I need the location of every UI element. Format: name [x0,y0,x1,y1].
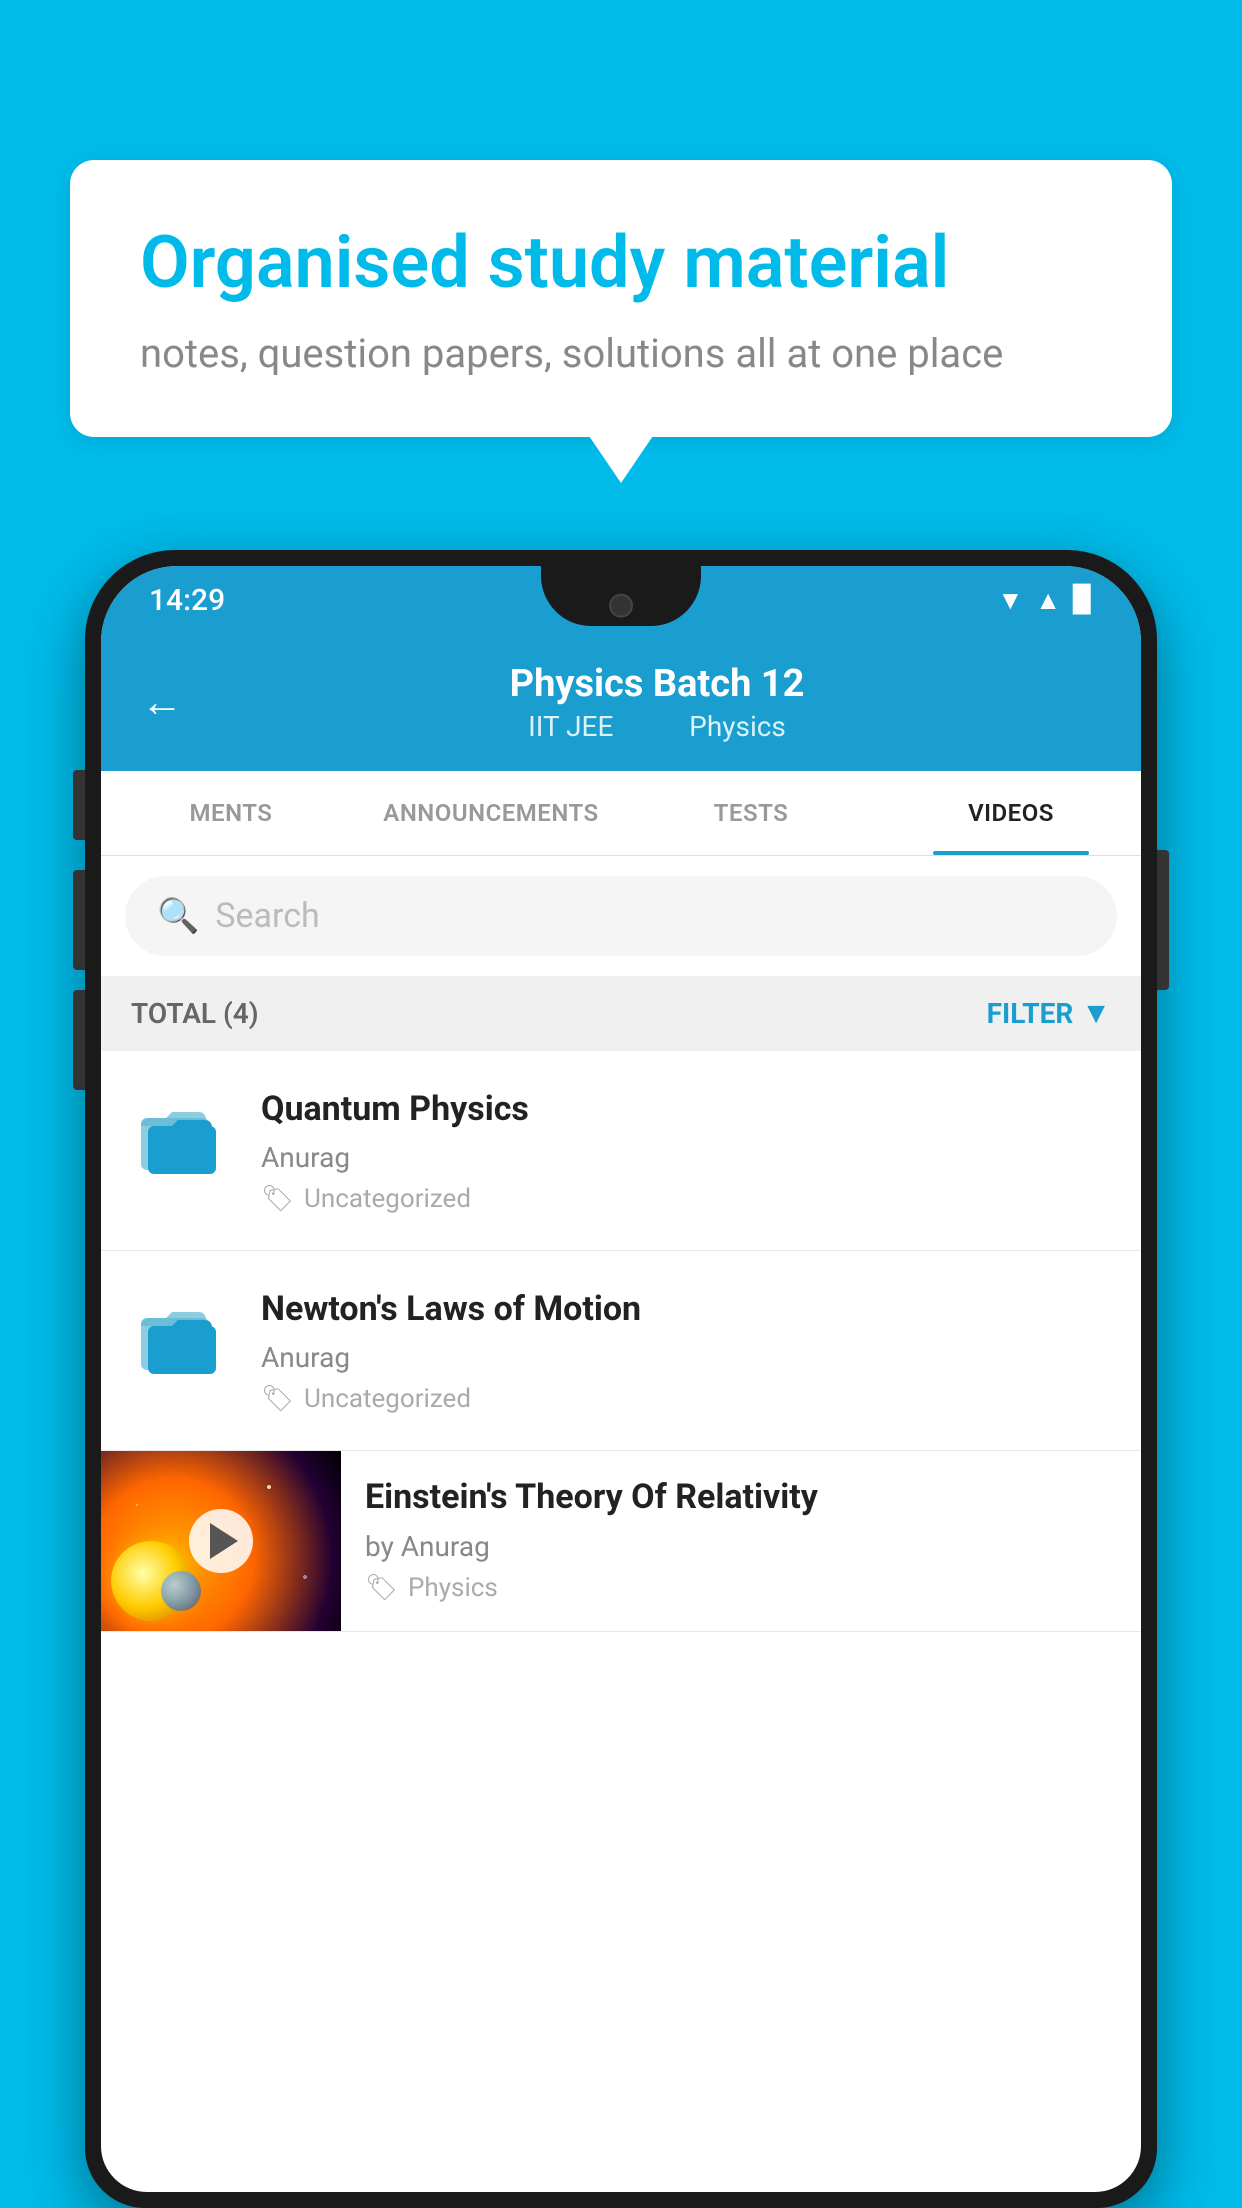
speech-bubble-subtitle: notes, question papers, solutions all at… [140,330,1102,377]
phone-vol-up [73,770,85,840]
folder-icon [131,1295,231,1385]
header-title-group: Physics Batch 12 IIT JEE Physics [213,662,1101,743]
play-icon [210,1523,238,1559]
phone-vol-down2 [73,990,85,1090]
tab-announcements[interactable]: ANNOUNCEMENTS [361,771,621,855]
play-overlay [101,1451,341,1631]
filter-button[interactable]: FILTER ▼ [987,996,1111,1031]
battery-icon: ▉ [1073,585,1093,615]
phone-power [1157,850,1169,990]
video-list: Quantum Physics Anurag 🏷 Uncategorized [101,1051,1141,1632]
tag-icon: 🏷 [261,1384,294,1414]
filter-icon: ▼ [1081,996,1111,1031]
search-bar[interactable]: 🔍 Search [125,876,1117,956]
video-author: Anurag [261,1341,1111,1374]
header-title: Physics Batch 12 [213,662,1101,706]
phone-vol-down [73,870,85,970]
video-info: Newton's Laws of Motion Anurag 🏷 Uncateg… [261,1287,1111,1414]
list-item[interactable]: Quantum Physics Anurag 🏷 Uncategorized [101,1051,1141,1251]
video-tag: 🏷 Physics [365,1573,1117,1603]
video-info: Quantum Physics Anurag 🏷 Uncategorized [261,1087,1111,1214]
status-icons: ▼ ▲ ▉ [998,585,1093,616]
video-title: Newton's Laws of Motion [261,1287,1111,1331]
tag-icon: 🏷 [261,1184,294,1214]
filter-bar: TOTAL (4) FILTER ▼ [101,976,1141,1051]
filter-label: FILTER [987,997,1074,1030]
phone-notch [541,566,701,626]
status-time: 14:29 [149,583,225,618]
video-author: Anurag [261,1141,1111,1174]
video-info: Einstein's Theory Of Relativity by Anura… [341,1451,1141,1626]
signal-icon: ▲ [1035,585,1061,616]
tag-label: Uncategorized [304,1384,471,1414]
notch-camera [609,594,633,618]
total-count: TOTAL (4) [131,997,259,1030]
phone-frame: 14:29 ▼ ▲ ▉ ← Physics Batch 12 IIT JEE P… [85,550,1157,2208]
header-subtitle: IIT JEE Physics [213,710,1101,743]
tab-tests[interactable]: TESTS [621,771,881,855]
back-button[interactable]: ← [141,678,183,727]
header-subtitle-iit: IIT JEE [528,710,613,743]
header-subtitle-sep [644,710,665,743]
list-item[interactable]: Einstein's Theory Of Relativity by Anura… [101,1451,1141,1632]
tab-ments[interactable]: MENTS [101,771,361,855]
video-tag: 🏷 Uncategorized [261,1384,1111,1414]
list-item[interactable]: Newton's Laws of Motion Anurag 🏷 Uncateg… [101,1251,1141,1451]
folder-icon [131,1095,231,1185]
phone-screen: 14:29 ▼ ▲ ▉ ← Physics Batch 12 IIT JEE P… [101,566,1141,2192]
search-placeholder: Search [215,896,319,936]
search-icon: 🔍 [157,896,199,936]
tag-label: Physics [408,1573,498,1603]
tag-icon: 🏷 [365,1573,398,1603]
tabs-bar: MENTS ANNOUNCEMENTS TESTS VIDEOS [101,771,1141,856]
app-header: ← Physics Batch 12 IIT JEE Physics [101,634,1141,771]
speech-bubble: Organised study material notes, question… [70,160,1172,437]
speech-bubble-title: Organised study material [140,220,1102,306]
tag-label: Uncategorized [304,1184,471,1214]
video-title: Einstein's Theory Of Relativity [365,1475,1117,1519]
play-button[interactable] [189,1509,253,1573]
video-author: by Anurag [365,1530,1117,1563]
video-title: Quantum Physics [261,1087,1111,1131]
video-tag: 🏷 Uncategorized [261,1184,1111,1214]
video-thumbnail [101,1451,341,1631]
tab-videos[interactable]: VIDEOS [881,771,1141,855]
header-subtitle-physics: Physics [689,710,786,743]
wifi-icon: ▼ [998,585,1024,616]
